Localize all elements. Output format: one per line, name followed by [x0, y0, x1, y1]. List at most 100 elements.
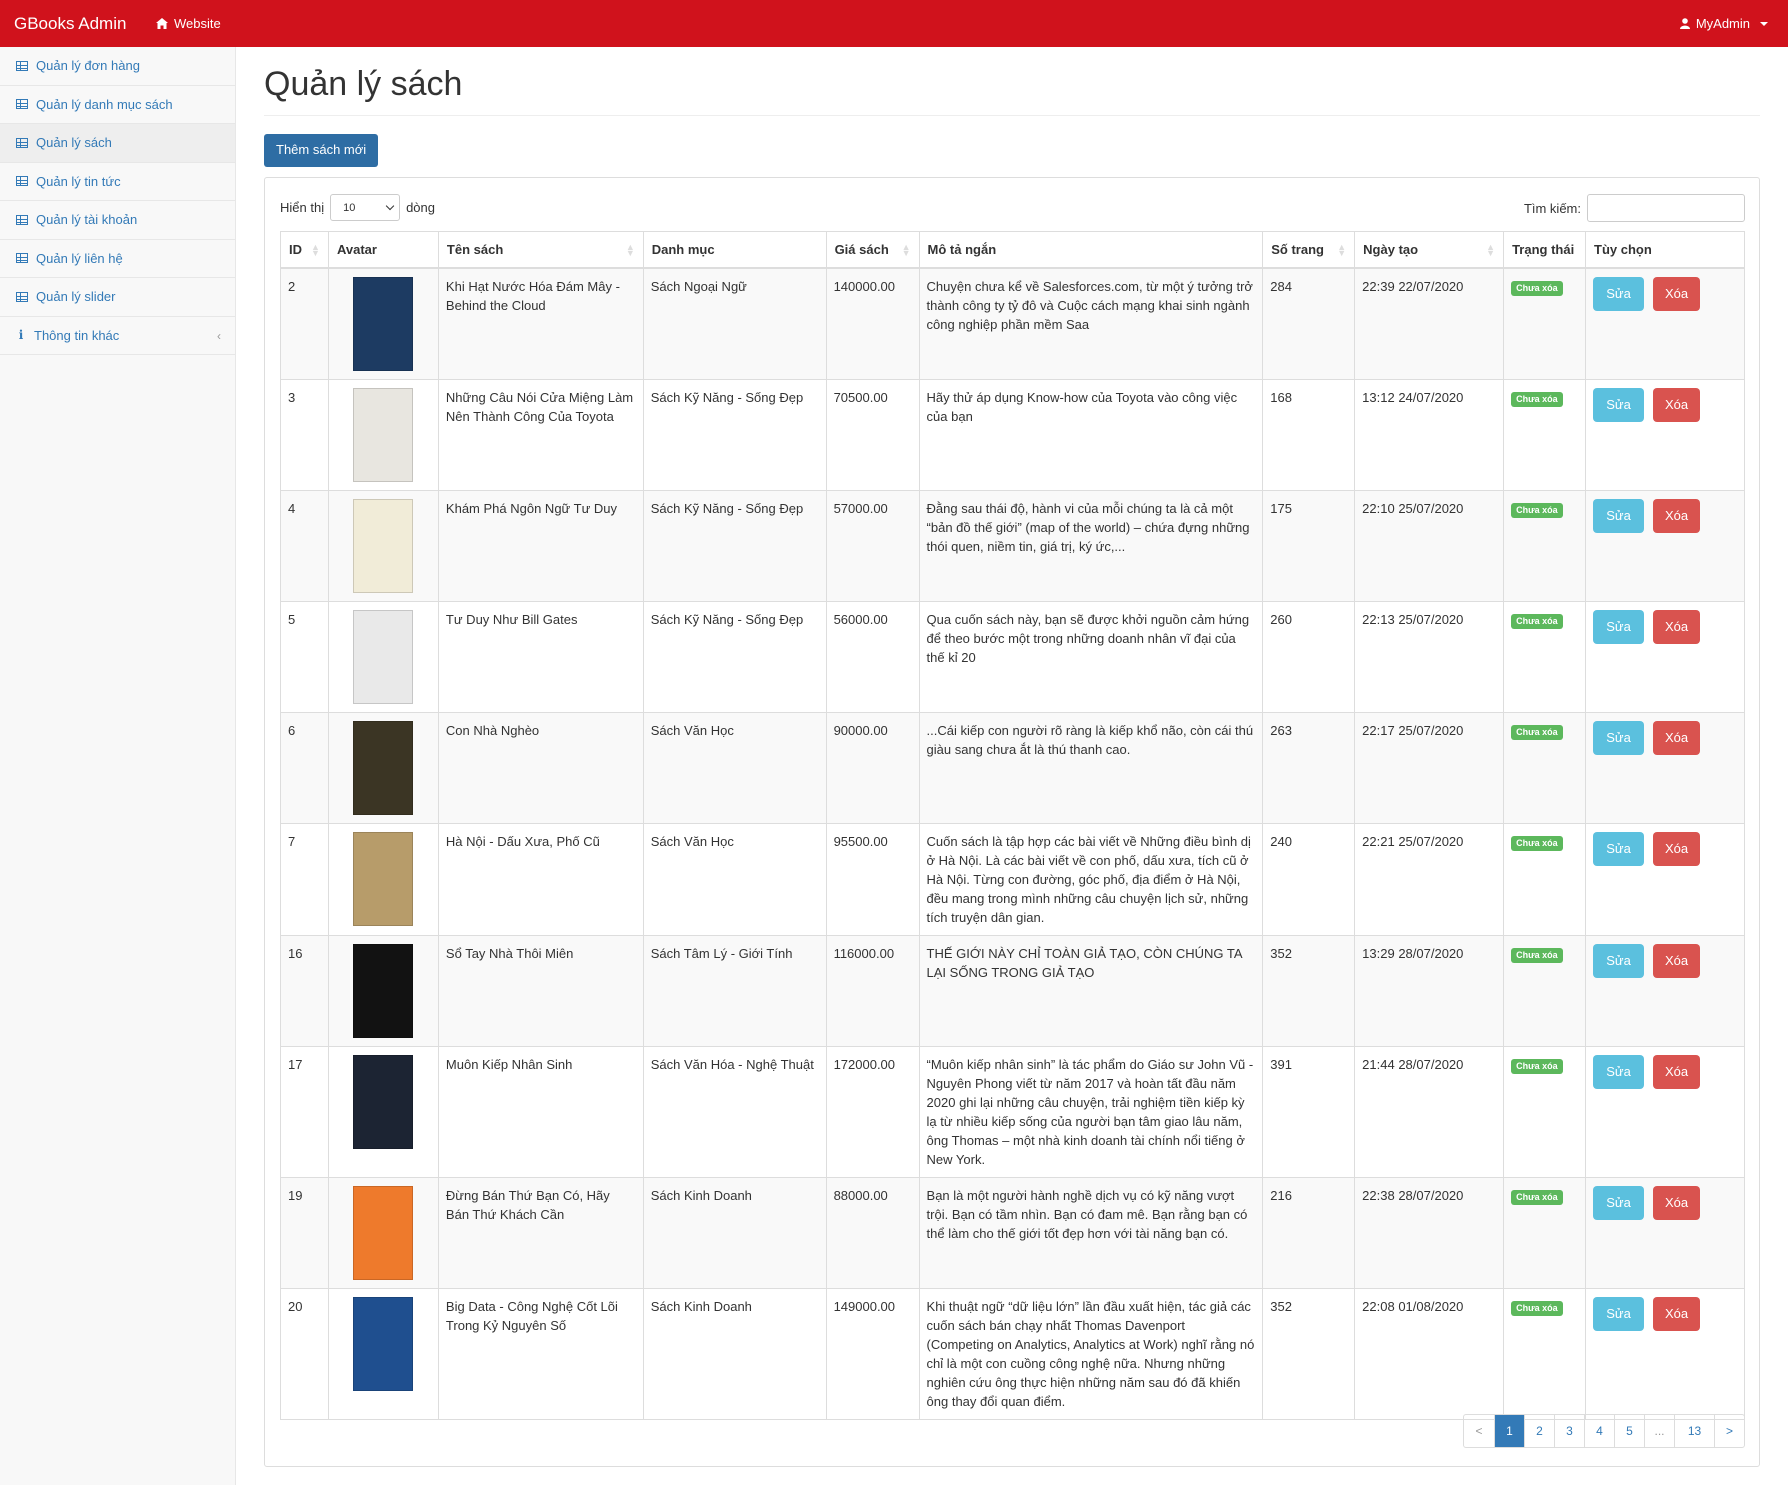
book-pages: 352: [1262, 1287, 1356, 1420]
edit-button[interactable]: Sửa: [1593, 1054, 1645, 1089]
delete-button[interactable]: Xóa: [1653, 1185, 1701, 1220]
sidebar-item[interactable]: Quản lý sách: [0, 124, 235, 163]
book-avatar-cell: [327, 1176, 439, 1289]
edit-button[interactable]: Sửa: [1593, 720, 1645, 755]
book-category: Sách Văn Hóa - Nghệ Thuật: [642, 1045, 827, 1178]
status-badge: Chưa xóa: [1511, 613, 1563, 629]
actions-cell: Sửa Xóa: [1585, 489, 1745, 602]
website-link[interactable]: Website: [156, 16, 221, 31]
delete-button[interactable]: Xóa: [1653, 1054, 1701, 1089]
edit-button[interactable]: Sửa: [1593, 1296, 1645, 1331]
sidebar-item[interactable]: Quản lý danh mục sách: [0, 86, 235, 124]
page-size-select[interactable]: 10: [330, 194, 401, 221]
book-cover-image: [353, 498, 414, 593]
status-cell: Chưa xóa: [1503, 822, 1587, 936]
column-header[interactable]: Số trang ▲ ▼: [1262, 231, 1356, 269]
pagination: <1 2 3 4 5... 13 >: [1463, 1414, 1745, 1448]
user-menu[interactable]: MyAdmin: [1679, 0, 1768, 47]
column-header[interactable]: Ngày tạo ▲ ▼: [1354, 231, 1505, 269]
edit-button[interactable]: Sửa: [1593, 498, 1645, 533]
sidebar-item[interactable]: i Thông tin khác ‹: [0, 317, 235, 355]
actions-cell: Sửa Xóa: [1585, 600, 1745, 713]
table-icon: [16, 176, 28, 187]
column-header[interactable]: Giá sách ▲ ▼: [825, 231, 920, 269]
edit-button[interactable]: Sửa: [1593, 943, 1645, 978]
actions-cell: Sửa Xóa: [1585, 711, 1745, 824]
book-avatar-cell: [327, 489, 439, 602]
edit-button[interactable]: Sửa: [1593, 1185, 1645, 1220]
status-cell: Chưa xóa: [1503, 1287, 1587, 1420]
column-header[interactable]: ID ▲ ▼: [280, 231, 329, 269]
status-badge: Chưa xóa: [1511, 835, 1563, 851]
book-price: 90000.00: [825, 711, 920, 824]
book-id: 3: [280, 378, 329, 491]
edit-button[interactable]: Sửa: [1593, 609, 1645, 644]
book-cover-image: [353, 1185, 414, 1280]
page-size-value: 10: [343, 201, 356, 214]
book-created-date: 22:13 25/07/2020: [1354, 600, 1505, 713]
sidebar-item[interactable]: Quản lý tài khoản: [0, 201, 235, 240]
add-book-button[interactable]: Thêm sách mới: [264, 134, 379, 167]
sidebar-item[interactable]: Quản lý tin tức: [0, 163, 235, 201]
delete-button[interactable]: Xóa: [1653, 1296, 1701, 1331]
book-pages: 263: [1262, 711, 1356, 824]
book-title: Những Câu Nói Cửa Miệng Làm Nên Thành Cô…: [437, 378, 644, 491]
delete-button[interactable]: Xóa: [1653, 276, 1701, 311]
book-category: Sách Kỹ Năng - Sống Đẹp: [642, 378, 827, 491]
search-control: Tìm kiếm:: [1524, 194, 1745, 222]
book-description: “Muôn kiếp nhân sinh” là tác phẩm do Giá…: [918, 1045, 1264, 1178]
book-category: Sách Kinh Doanh: [642, 1287, 827, 1420]
next-page-button[interactable]: >: [1714, 1415, 1744, 1447]
search-input[interactable]: [1587, 194, 1745, 222]
edit-button[interactable]: Sửa: [1593, 387, 1645, 422]
book-description: Bạn là một người hành nghề dịch vụ có kỹ…: [918, 1176, 1264, 1289]
brand-link[interactable]: GBooks Admin: [0, 14, 140, 34]
column-header-label: ID: [289, 241, 302, 257]
page-link[interactable]: 2: [1524, 1415, 1554, 1447]
book-created-date: 22:08 01/08/2020: [1354, 1287, 1505, 1420]
book-created-date: 22:17 25/07/2020: [1354, 711, 1505, 824]
page-link[interactable]: 1: [1494, 1415, 1524, 1447]
page-link[interactable]: 3: [1554, 1415, 1584, 1447]
sidebar-item-label: Quản lý sách: [36, 135, 112, 151]
book-id: 5: [280, 600, 329, 713]
table-row: 17 Muôn Kiếp Nhân Sinh Sách Văn Hóa - Nghệ…: [280, 1045, 1745, 1178]
chevron-left-icon: ‹: [217, 328, 221, 343]
sort-icon: ▲ ▼: [901, 242, 911, 258]
column-header[interactable]: Tên sách ▲ ▼: [437, 231, 644, 269]
delete-button[interactable]: Xóa: [1653, 498, 1701, 533]
user-name: MyAdmin: [1695, 16, 1750, 31]
delete-button[interactable]: Xóa: [1653, 720, 1701, 755]
show-label: Hiển thị: [280, 200, 325, 215]
book-pages: 260: [1262, 600, 1356, 713]
status-badge: Chưa xóa: [1511, 1189, 1563, 1205]
book-title: Khám Phá Ngôn Ngữ Tư Duy: [437, 489, 644, 602]
book-description: ...Cái kiếp con người rõ ràng là kiếp kh…: [918, 711, 1264, 824]
edit-button[interactable]: Sửa: [1593, 276, 1645, 311]
status-badge: Chưa xóa: [1511, 280, 1563, 296]
table-icon: [16, 253, 28, 264]
sidebar-item[interactable]: Quản lý slider: [0, 278, 235, 317]
sort-icon: ▲ ▼: [311, 242, 320, 258]
sidebar-item[interactable]: Quản lý liên hệ: [0, 240, 235, 278]
delete-button[interactable]: Xóa: [1653, 831, 1701, 866]
book-description: Qua cuốn sách này, bạn sẽ được khởi nguồ…: [918, 600, 1264, 713]
book-price: 140000.00: [825, 267, 920, 380]
rows-label: dòng: [406, 200, 435, 215]
column-header: Trạng thái: [1503, 231, 1587, 269]
page-link[interactable]: 5: [1614, 1415, 1644, 1447]
book-avatar-cell: [327, 934, 439, 1047]
website-label: Website: [174, 16, 221, 31]
page-link[interactable]: 13: [1674, 1415, 1714, 1447]
actions-cell: Sửa Xóa: [1585, 934, 1745, 1047]
book-price: 172000.00: [825, 1045, 920, 1178]
delete-button[interactable]: Xóa: [1653, 609, 1701, 644]
delete-button[interactable]: Xóa: [1653, 387, 1701, 422]
book-avatar-cell: [327, 822, 439, 936]
page-link[interactable]: 4: [1584, 1415, 1614, 1447]
delete-button[interactable]: Xóa: [1653, 943, 1701, 978]
sidebar-item[interactable]: Quản lý đơn hàng: [0, 47, 235, 86]
book-pages: 216: [1262, 1176, 1356, 1289]
previous-page-button[interactable]: <: [1464, 1415, 1494, 1447]
edit-button[interactable]: Sửa: [1593, 831, 1645, 866]
